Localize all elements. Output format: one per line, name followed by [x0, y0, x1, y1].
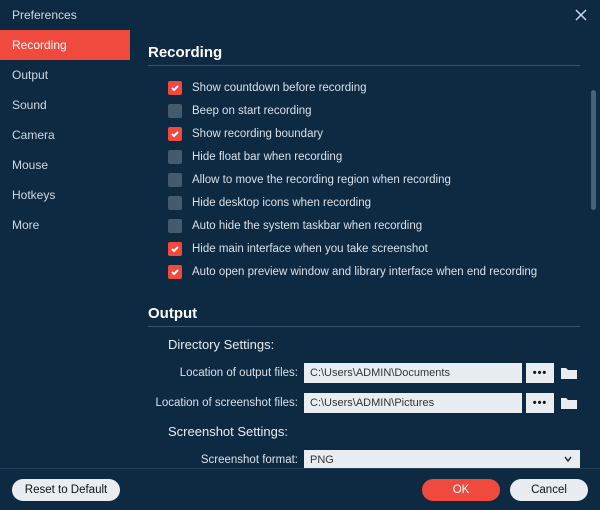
option-row: Auto hide the system taskbar when record…: [168, 214, 580, 237]
sidebar-item-sound[interactable]: Sound: [0, 90, 130, 120]
checkbox[interactable]: [168, 173, 182, 187]
option-label: Auto hide the system taskbar when record…: [192, 220, 422, 232]
preferences-window: Preferences Recording Output Sound Camer…: [0, 0, 600, 510]
close-icon[interactable]: [572, 6, 590, 24]
row-screenshot-format: Screenshot format: PNG: [148, 447, 580, 468]
body: Recording Output Sound Camera Mouse Hotk…: [0, 30, 600, 468]
option-row: Allow to move the recording region when …: [168, 168, 580, 191]
browse-button[interactable]: •••: [526, 393, 554, 413]
sidebar-item-camera[interactable]: Camera: [0, 120, 130, 150]
sidebar-item-label: Mouse: [12, 158, 48, 172]
sidebar-item-hotkeys[interactable]: Hotkeys: [0, 180, 130, 210]
main-panel: Recording Show countdown before recordin…: [130, 30, 600, 468]
scrollbar[interactable]: [591, 90, 596, 210]
row-screenshot-location: Location of screenshot files: •••: [148, 390, 580, 416]
subsection-directory: Directory Settings:: [168, 337, 580, 352]
option-row: Auto open preview window and library int…: [168, 260, 580, 283]
checkbox[interactable]: [168, 150, 182, 164]
label-screenshot-format: Screenshot format:: [148, 454, 304, 466]
option-row: Beep on start recording: [168, 99, 580, 122]
sidebar-item-label: More: [12, 218, 39, 232]
sidebar-item-label: Camera: [12, 128, 55, 142]
window-title: Preferences: [12, 8, 77, 22]
option-label: Hide float bar when recording: [192, 151, 342, 163]
sidebar-item-recording[interactable]: Recording: [0, 30, 130, 60]
option-label: Hide main interface when you take screen…: [192, 243, 428, 255]
sidebar-item-mouse[interactable]: Mouse: [0, 150, 130, 180]
label-screenshot-files: Location of screenshot files:: [148, 397, 304, 409]
chevron-down-icon: [562, 453, 574, 468]
sidebar-item-label: Hotkeys: [12, 188, 55, 202]
sidebar-item-label: Sound: [12, 98, 47, 112]
footer-right: OK Cancel: [422, 479, 588, 501]
sidebar-item-label: Recording: [12, 38, 67, 52]
checkbox[interactable]: [168, 242, 182, 256]
sidebar-item-output[interactable]: Output: [0, 60, 130, 90]
option-row: Hide desktop icons when recording: [168, 191, 580, 214]
option-row: Show countdown before recording: [168, 76, 580, 99]
option-label: Auto open preview window and library int…: [192, 266, 537, 278]
option-row: Hide main interface when you take screen…: [168, 237, 580, 260]
sidebar-item-label: Output: [12, 68, 48, 82]
checkbox[interactable]: [168, 81, 182, 95]
open-folder-icon[interactable]: [558, 393, 580, 413]
select-screenshot-format[interactable]: PNG: [304, 450, 580, 468]
option-label: Show recording boundary: [192, 128, 323, 140]
titlebar: Preferences: [0, 0, 600, 30]
row-output-location: Location of output files: •••: [148, 360, 580, 386]
footer: Reset to Default OK Cancel: [0, 468, 600, 510]
checkbox[interactable]: [168, 196, 182, 210]
open-folder-icon[interactable]: [558, 363, 580, 383]
reset-button[interactable]: Reset to Default: [12, 479, 120, 501]
output-section: Output Directory Settings: Location of o…: [148, 305, 580, 468]
option-label: Hide desktop icons when recording: [192, 197, 371, 209]
checkbox[interactable]: [168, 127, 182, 141]
browse-button[interactable]: •••: [526, 363, 554, 383]
section-title-recording: Recording: [148, 44, 580, 66]
option-row: Hide float bar when recording: [168, 145, 580, 168]
ok-button[interactable]: OK: [422, 479, 500, 501]
option-row: Show recording boundary: [168, 122, 580, 145]
sidebar-item-more[interactable]: More: [0, 210, 130, 240]
cancel-button[interactable]: Cancel: [510, 479, 588, 501]
subsection-screenshot: Screenshot Settings:: [168, 424, 580, 439]
checkbox[interactable]: [168, 219, 182, 233]
checkbox[interactable]: [168, 104, 182, 118]
select-value: PNG: [310, 454, 334, 466]
recording-options: Show countdown before recording Beep on …: [168, 76, 580, 283]
input-screenshot-path[interactable]: [304, 393, 522, 413]
checkbox[interactable]: [168, 265, 182, 279]
option-label: Allow to move the recording region when …: [192, 174, 451, 186]
section-title-output: Output: [148, 305, 580, 327]
option-label: Show countdown before recording: [192, 82, 367, 94]
label-output-files: Location of output files:: [148, 367, 304, 379]
option-label: Beep on start recording: [192, 105, 312, 117]
input-output-path[interactable]: [304, 363, 522, 383]
sidebar: Recording Output Sound Camera Mouse Hotk…: [0, 30, 130, 468]
